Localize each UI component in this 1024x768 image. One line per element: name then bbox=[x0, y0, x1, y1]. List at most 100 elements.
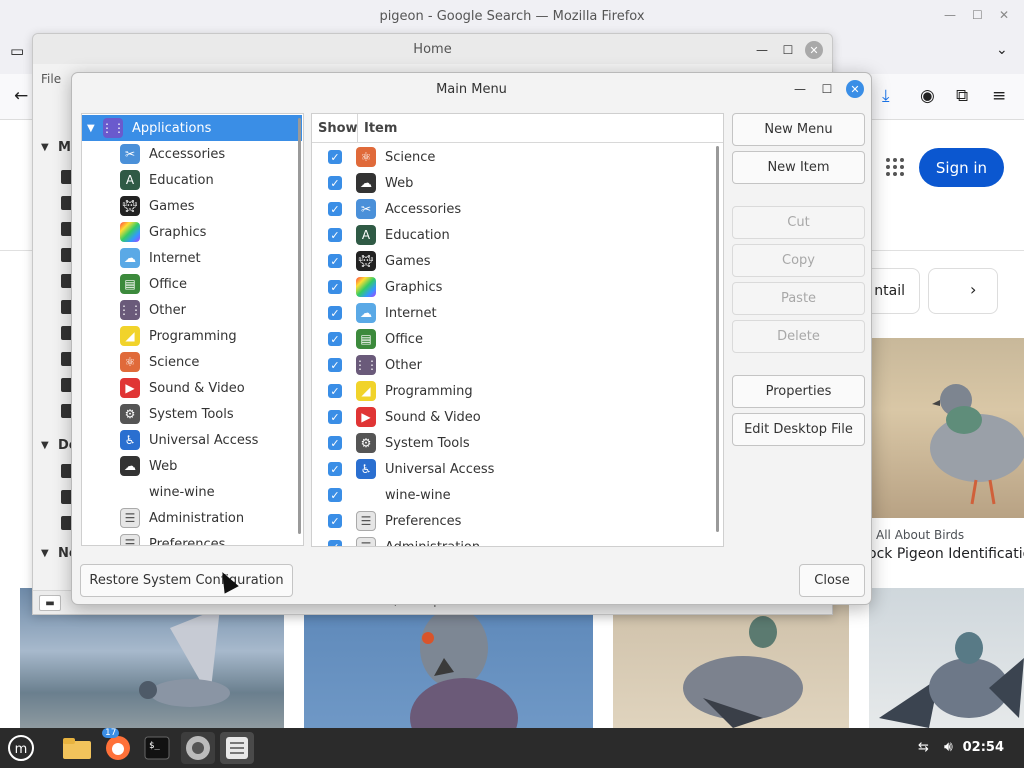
file-menu[interactable]: File bbox=[41, 72, 61, 86]
paste-button[interactable]: Paste bbox=[732, 282, 865, 315]
menu-editor-taskbar-icon[interactable] bbox=[220, 732, 254, 764]
back-icon[interactable]: ← bbox=[14, 86, 28, 106]
list-item[interactable]: ✓ ⚙ System Tools bbox=[312, 430, 712, 456]
show-checkbox[interactable]: ✓ bbox=[328, 488, 342, 502]
svg-text:$_: $_ bbox=[149, 741, 160, 751]
tree-item[interactable]: ☰ Administration bbox=[82, 505, 244, 531]
minimize-icon[interactable]: — bbox=[791, 80, 809, 98]
show-checkbox[interactable]: ✓ bbox=[328, 384, 342, 398]
list-item[interactable]: ✓ ☁ Web bbox=[312, 170, 712, 196]
folder-icon[interactable]: ▬ bbox=[39, 595, 61, 611]
copy-button[interactable]: Copy bbox=[732, 244, 865, 277]
show-checkbox[interactable]: ✓ bbox=[328, 150, 342, 164]
list-item[interactable]: ✓ ⋮⋮ Other bbox=[312, 352, 712, 378]
result-title[interactable]: ock Pigeon Identification bbox=[868, 546, 1024, 562]
scrollbar[interactable] bbox=[298, 118, 301, 534]
show-checkbox[interactable]: ✓ bbox=[328, 254, 342, 268]
pigeon-photo[interactable] bbox=[869, 588, 1024, 728]
chevron-right-icon[interactable]: › bbox=[970, 280, 976, 299]
show-checkbox[interactable]: ✓ bbox=[328, 358, 342, 372]
list-item[interactable]: ✓ ☰ Preferences bbox=[312, 508, 712, 534]
minimize-icon[interactable]: — bbox=[944, 8, 956, 22]
clock[interactable]: 02:54 bbox=[963, 740, 1004, 755]
menu-icon[interactable]: ≡ bbox=[992, 86, 1006, 106]
list-item[interactable]: ✓ ☁ Internet bbox=[312, 300, 712, 326]
tree-item[interactable]: ⋮⋮ Other bbox=[82, 297, 186, 323]
close-button[interactable]: Close bbox=[799, 564, 865, 597]
show-checkbox[interactable]: ✓ bbox=[328, 332, 342, 346]
list-item[interactable]: ✓ 👾︎ Games bbox=[312, 248, 712, 274]
close-icon[interactable]: ✕ bbox=[805, 41, 823, 59]
cut-button[interactable]: Cut bbox=[732, 206, 865, 239]
close-icon[interactable]: ✕ bbox=[846, 80, 864, 98]
tree-item[interactable]: ◢ Programming bbox=[82, 323, 237, 349]
download-icon[interactable]: ⤓ bbox=[882, 86, 890, 106]
tree-item[interactable]: Graphics bbox=[82, 219, 206, 245]
show-checkbox[interactable]: ✓ bbox=[328, 462, 342, 476]
list-item[interactable]: ✓ Graphics bbox=[312, 274, 712, 300]
list-item[interactable]: ✓ wine-wine bbox=[312, 482, 712, 508]
list-item[interactable]: ✓ ⚛ Science bbox=[312, 144, 712, 170]
show-checkbox[interactable]: ✓ bbox=[328, 306, 342, 320]
column-header-show[interactable]: Show bbox=[312, 114, 358, 142]
new-menu-button[interactable]: New Menu bbox=[732, 113, 865, 146]
show-checkbox[interactable]: ✓ bbox=[328, 540, 342, 546]
delete-button[interactable]: Delete bbox=[732, 320, 865, 353]
tree-item[interactable]: ☁ Internet bbox=[82, 245, 201, 271]
list-item[interactable]: ✓ ▶ Sound & Video bbox=[312, 404, 712, 430]
show-checkbox[interactable]: ✓ bbox=[328, 410, 342, 424]
tree-item-applications[interactable]: ▼ ⋮⋮ Applications bbox=[82, 115, 302, 141]
list-item[interactable]: ✓ ▤ Office bbox=[312, 326, 712, 352]
tree-item[interactable]: ✂ Accessories bbox=[82, 141, 225, 167]
show-checkbox[interactable]: ✓ bbox=[328, 176, 342, 190]
tree-item[interactable]: 👾︎ Games bbox=[82, 193, 194, 219]
maximize-icon[interactable]: ☐ bbox=[818, 80, 836, 98]
google-apps-icon[interactable] bbox=[886, 158, 904, 176]
terminal-icon[interactable]: $_ bbox=[140, 732, 174, 764]
chevron-down-icon[interactable]: ⌄ bbox=[996, 42, 1008, 58]
list-item[interactable]: ✓ ✂ Accessories bbox=[312, 196, 712, 222]
sign-in-button[interactable]: Sign in bbox=[919, 148, 1004, 187]
tree-item[interactable]: wine-wine bbox=[82, 479, 215, 505]
tree-item[interactable]: ☰ Preferences bbox=[82, 531, 225, 545]
screenshot-taskbar-icon[interactable] bbox=[181, 732, 215, 764]
tree-item[interactable]: ▤ Office bbox=[82, 271, 187, 297]
tree-item[interactable]: ♿︎ Universal Access bbox=[82, 427, 258, 453]
list-item[interactable]: ✓ ☰ Administration bbox=[312, 534, 712, 546]
volume-icon[interactable]: 🔊︎ bbox=[944, 739, 953, 755]
tree-item[interactable]: ⚙ System Tools bbox=[82, 401, 234, 427]
edit-desktop-file-button[interactable]: Edit Desktop File bbox=[732, 413, 865, 446]
network-icon[interactable]: ⇆ bbox=[918, 740, 929, 755]
show-checkbox[interactable]: ✓ bbox=[328, 514, 342, 528]
filter-chip[interactable] bbox=[928, 268, 998, 314]
universal-access-icon: ♿︎ bbox=[356, 459, 376, 479]
maximize-icon[interactable]: ☐ bbox=[779, 41, 797, 59]
expander-icon[interactable]: ▼ bbox=[87, 123, 97, 134]
restore-system-configuration-button[interactable]: Restore System Configuration bbox=[80, 564, 293, 597]
show-checkbox[interactable]: ✓ bbox=[328, 280, 342, 294]
show-checkbox[interactable]: ✓ bbox=[328, 228, 342, 242]
tree-item[interactable]: A Education bbox=[82, 167, 214, 193]
tree-item[interactable]: ☁ Web bbox=[82, 453, 177, 479]
tree-item[interactable]: ▶ Sound & Video bbox=[82, 375, 245, 401]
tab-list-icon[interactable]: ▭ bbox=[10, 42, 24, 60]
properties-button[interactable]: Properties bbox=[732, 375, 865, 408]
extensions-icon[interactable]: ⧉ bbox=[956, 86, 968, 106]
mint-menu-icon[interactable]: m bbox=[4, 732, 38, 764]
list-item[interactable]: ✓ A Education bbox=[312, 222, 712, 248]
administration-icon: ☰ bbox=[356, 537, 376, 546]
maximize-icon[interactable]: ☐ bbox=[972, 8, 983, 22]
files-icon[interactable] bbox=[60, 732, 94, 764]
show-checkbox[interactable]: ✓ bbox=[328, 202, 342, 216]
list-item[interactable]: ✓ ◢ Programming bbox=[312, 378, 712, 404]
close-icon[interactable]: ✕ bbox=[999, 8, 1009, 22]
scrollbar[interactable] bbox=[716, 146, 719, 532]
column-header-item[interactable]: Item bbox=[358, 121, 397, 136]
minimize-icon[interactable]: — bbox=[753, 41, 771, 59]
new-item-button[interactable]: New Item bbox=[732, 151, 865, 184]
pigeon-photo[interactable] bbox=[868, 338, 1024, 518]
account-icon[interactable]: ◉ bbox=[920, 86, 935, 106]
tree-item[interactable]: ⚛ Science bbox=[82, 349, 199, 375]
show-checkbox[interactable]: ✓ bbox=[328, 436, 342, 450]
list-item[interactable]: ✓ ♿︎ Universal Access bbox=[312, 456, 712, 482]
